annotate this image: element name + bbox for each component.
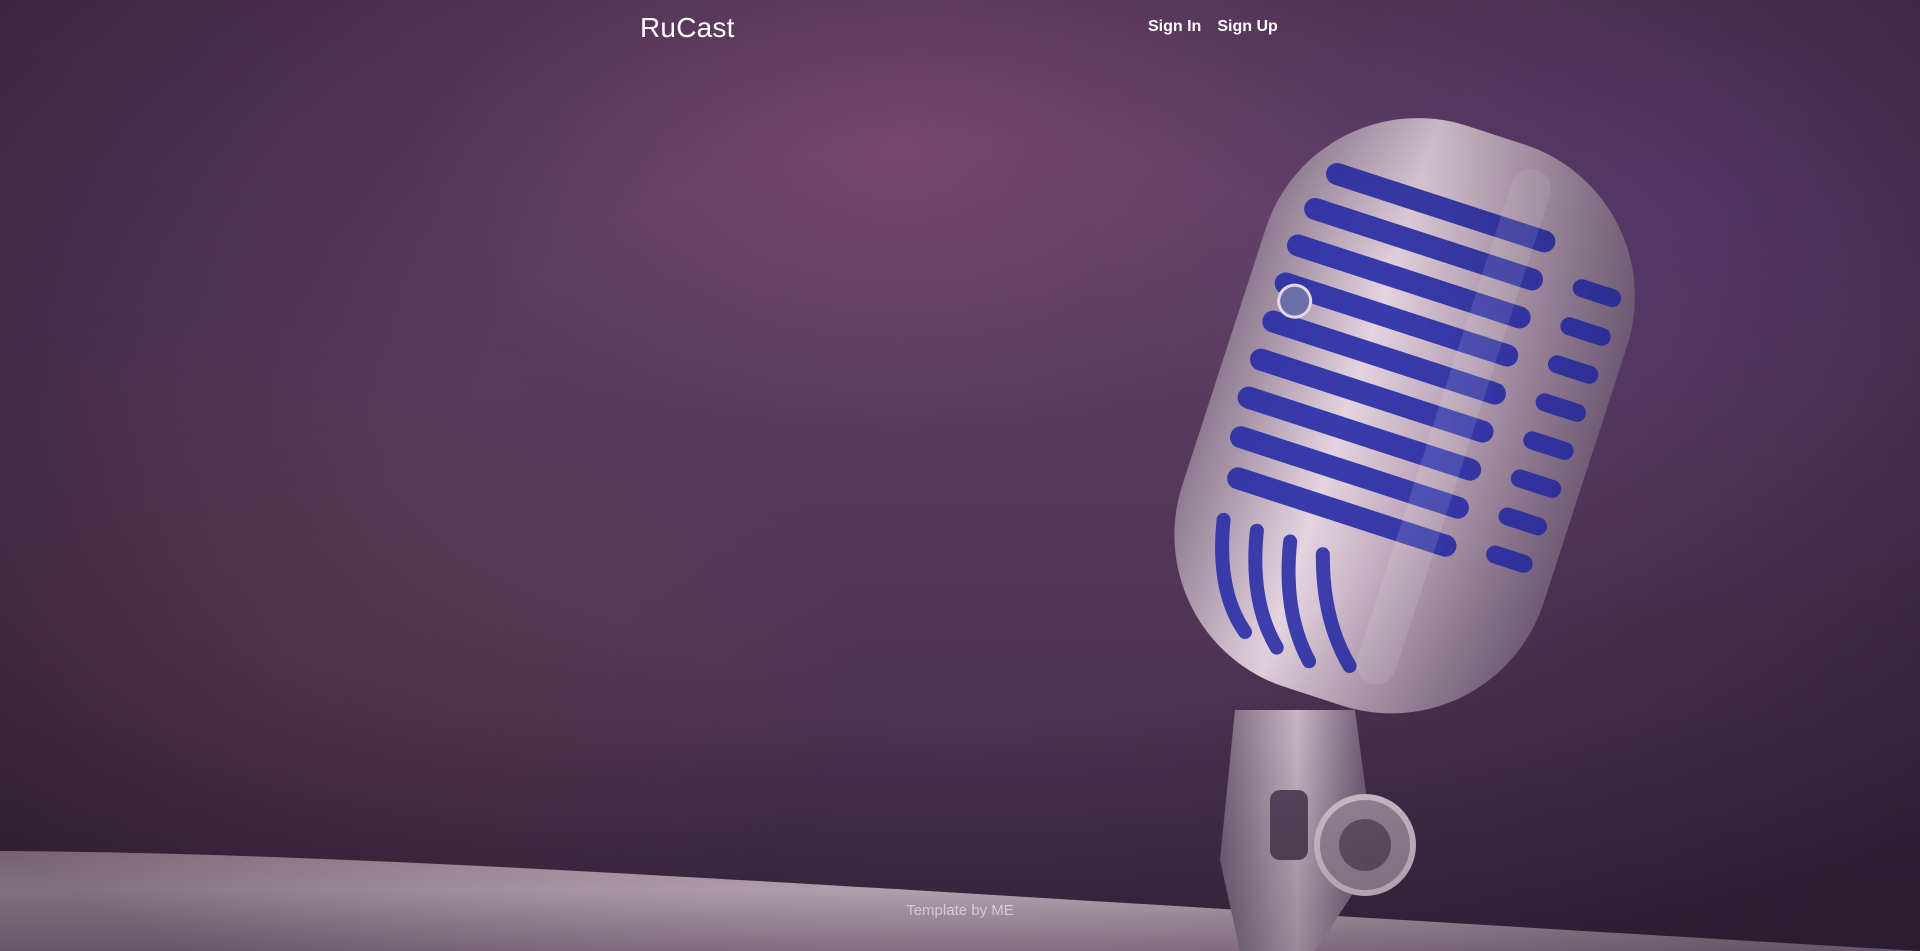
footer-credit: Template by ME bbox=[906, 902, 1014, 919]
sign-in-link[interactable]: Sign In bbox=[1148, 18, 1201, 36]
top-navbar: RuCast Sign In Sign Up bbox=[0, 0, 1920, 60]
brand-logo-link[interactable]: RuCast bbox=[640, 12, 735, 44]
sign-up-link[interactable]: Sign Up bbox=[1217, 18, 1277, 36]
landing-page: RuCast Sign In Sign Up Template by ME bbox=[0, 0, 1920, 951]
auth-nav: Sign In Sign Up bbox=[1148, 18, 1278, 36]
microphone-image bbox=[1174, 118, 1635, 951]
